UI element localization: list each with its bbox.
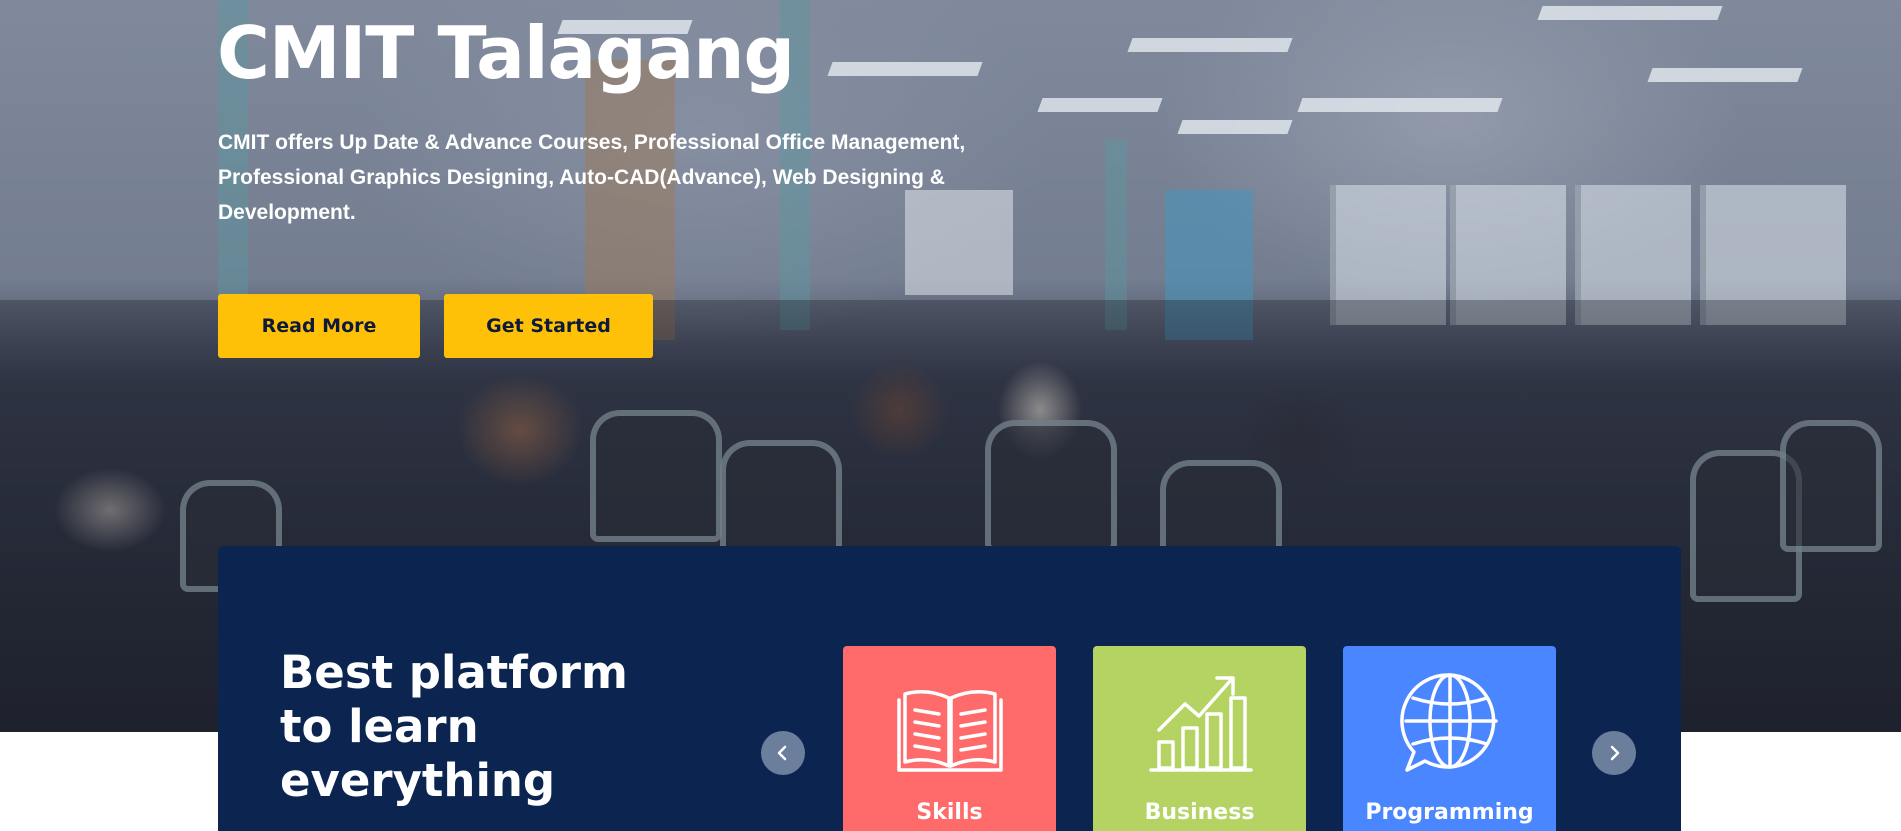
chevron-right-icon (1610, 745, 1620, 761)
globe-chat-icon (1395, 668, 1505, 778)
carousel-prev-button[interactable] (761, 731, 805, 775)
chair (720, 440, 842, 562)
features-heading: Best platform to learn everything (280, 646, 628, 807)
chair (985, 420, 1117, 552)
chair (1780, 420, 1882, 552)
ceiling-light (1037, 98, 1163, 112)
category-card-business[interactable]: Business (1093, 646, 1306, 831)
category-card-skills[interactable]: Skills (843, 646, 1056, 831)
ceiling-light (1297, 98, 1503, 112)
hero-title: CMIT Talagang (217, 11, 795, 95)
category-label: Skills (916, 800, 983, 825)
ceiling-light (1647, 68, 1803, 82)
category-label: Business (1144, 800, 1255, 825)
ceiling-light (827, 62, 983, 76)
ceiling-light (1177, 120, 1293, 134)
category-card-programming[interactable]: Programming (1343, 646, 1556, 831)
hero-description: CMIT offers Up Date & Advance Courses, P… (218, 131, 966, 224)
open-book-icon (895, 668, 1005, 778)
chair (590, 410, 722, 542)
get-started-button[interactable]: Get Started (444, 294, 653, 358)
ceiling-light (1537, 6, 1723, 20)
chevron-left-icon (777, 745, 787, 761)
category-label: Programming (1365, 800, 1534, 825)
growth-chart-icon (1145, 668, 1255, 778)
read-more-button[interactable]: Read More (218, 294, 420, 358)
carousel-next-button[interactable] (1592, 731, 1636, 775)
features-panel: Best platform to learn everything Skills (218, 546, 1681, 831)
ceiling-light (1127, 38, 1293, 52)
